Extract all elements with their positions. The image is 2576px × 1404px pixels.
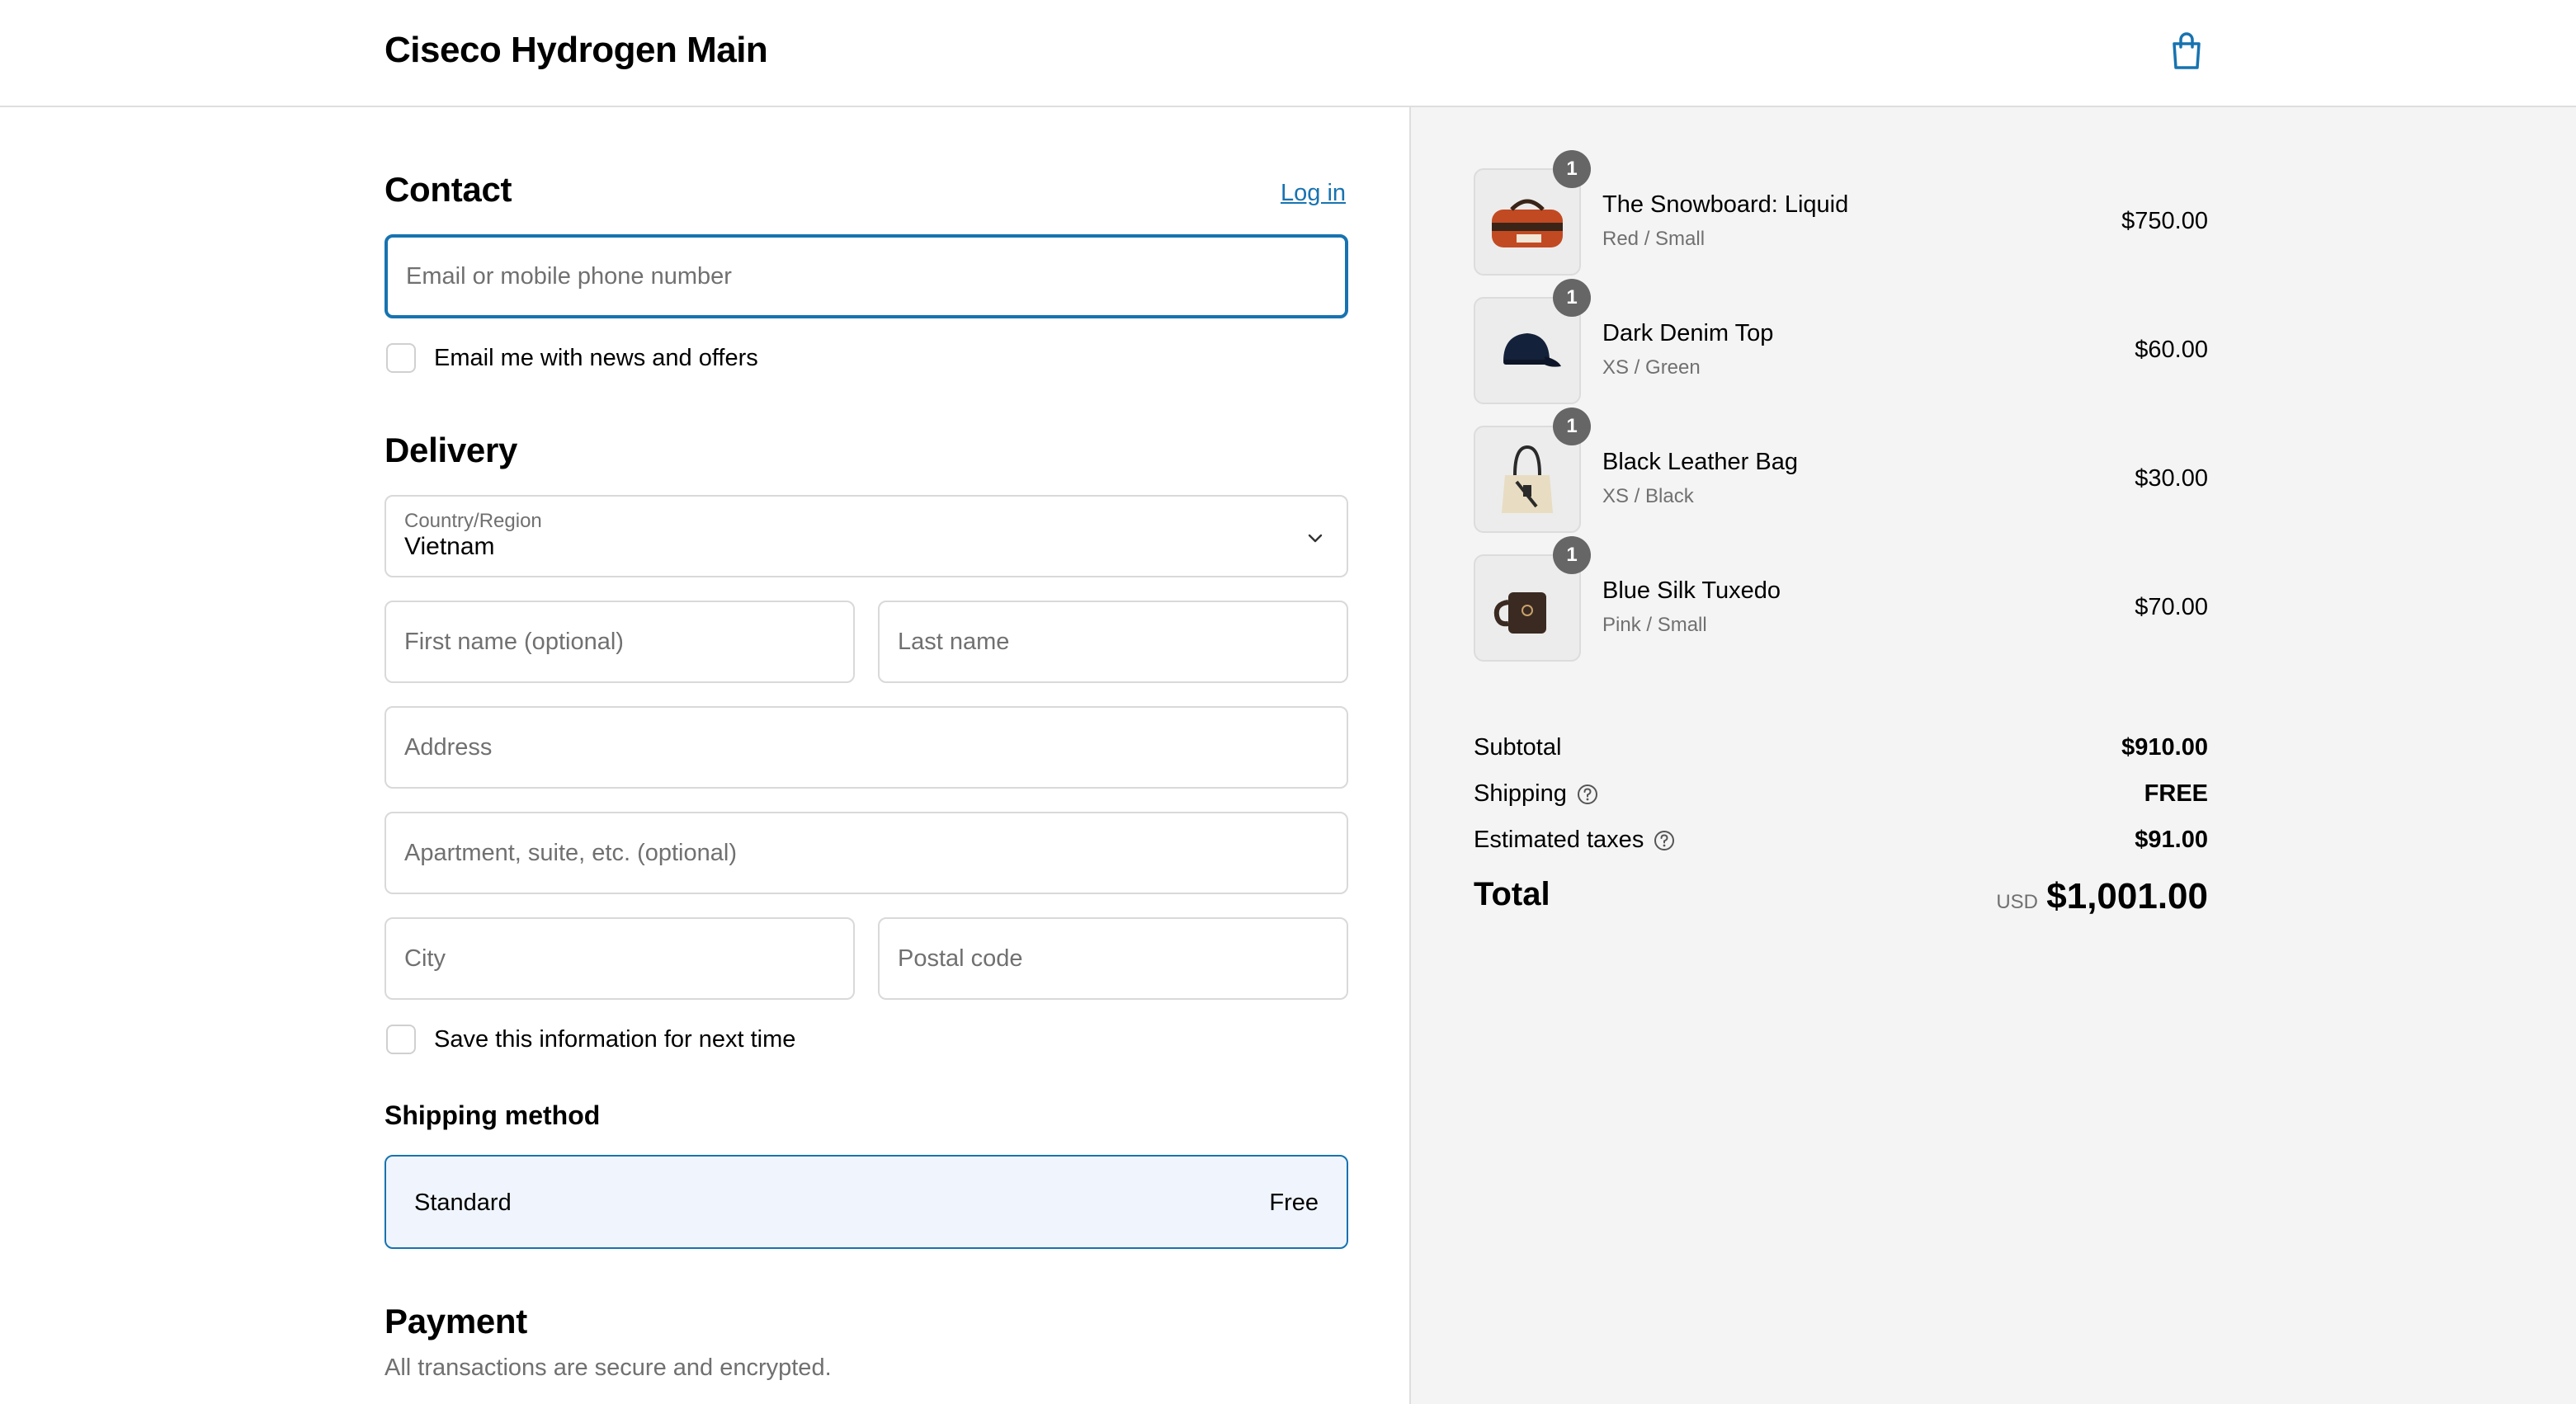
item-name: Blue Silk Tuxedo (1602, 577, 1781, 604)
taxes-label: Estimated taxes (1474, 827, 1644, 853)
line-item: 1 The Snowboard: Liquid Red / Small $750… (1474, 150, 2208, 276)
country-select[interactable]: Country/Region Vietnam (385, 495, 1348, 577)
country-select-label: Country/Region (404, 510, 542, 532)
item-price: $70.00 (2135, 594, 2208, 620)
address-field[interactable] (385, 706, 1348, 789)
subtotal-label: Subtotal (1474, 734, 1562, 761)
total-row: Total USD $1,001.00 (1474, 876, 2208, 926)
item-variant: Red / Small (1602, 228, 1706, 250)
shipping-method-heading: Shipping method (385, 1100, 601, 1130)
item-price: $30.00 (2135, 465, 2208, 492)
quantity-badge: 1 (1553, 536, 1591, 574)
item-price: $750.00 (2121, 208, 2208, 234)
first-name-input[interactable] (386, 602, 853, 681)
item-variant: XS / Green (1602, 356, 1701, 379)
item-variant: XS / Black (1602, 485, 1694, 507)
shipping-value: FREE (2144, 780, 2208, 807)
news-checkbox-row[interactable]: Email me with news and offers (386, 343, 758, 373)
postal-code-input[interactable] (880, 919, 1347, 998)
taxes-label-wrap: Estimated taxes (1474, 827, 1675, 854)
shop-title[interactable]: Ciseco Hydrogen Main (385, 30, 768, 71)
cart-button[interactable] (2170, 31, 2203, 71)
shopping-bag-icon (2173, 32, 2201, 69)
news-checkbox-label: Email me with news and offers (434, 344, 758, 371)
shipping-option-standard[interactable]: Standard Free (385, 1155, 1348, 1249)
item-variant: Pink / Small (1602, 614, 1707, 636)
quantity-badge: 1 (1553, 408, 1591, 445)
help-circle-icon[interactable] (1654, 830, 1675, 851)
line-item: 1 Dark Denim Top XS / Green $60.00 (1474, 279, 2208, 404)
checkout-header: Ciseco Hydrogen Main (0, 0, 2576, 107)
first-name-field[interactable] (385, 601, 855, 683)
shipping-label: Shipping (1474, 780, 1567, 807)
line-item: 1 Black Leather Bag XS / Black $30.00 (1474, 408, 2208, 533)
item-name: Dark Denim Top (1602, 320, 1774, 346)
news-checkbox[interactable] (386, 343, 416, 373)
last-name-input[interactable] (880, 602, 1347, 681)
line-item: 1 Blue Silk Tuxedo Pink / Small $70.00 (1474, 536, 2208, 662)
save-info-checkbox[interactable] (386, 1025, 416, 1054)
help-circle-icon[interactable] (1577, 784, 1598, 805)
save-info-checkbox-row[interactable]: Save this information for next time (386, 1025, 795, 1054)
apartment-field[interactable] (385, 812, 1348, 894)
postal-code-field[interactable] (878, 917, 1348, 1000)
apartment-input[interactable] (386, 813, 1347, 893)
shipping-label-wrap: Shipping (1474, 780, 1598, 808)
shipping-option-price: Free (1269, 1190, 1319, 1216)
taxes-value: $91.00 (2135, 827, 2208, 853)
email-input[interactable] (388, 238, 1345, 315)
total-currency: USD (1996, 891, 2038, 913)
shipping-option-name: Standard (414, 1190, 512, 1216)
last-name-field[interactable] (878, 601, 1348, 683)
shipping-row: Shipping FREE (1474, 780, 2208, 817)
address-input[interactable] (386, 708, 1347, 787)
country-select-value: Vietnam (404, 533, 495, 560)
subtotal-row: Subtotal $910.00 (1474, 734, 2208, 770)
total-label: Total (1474, 876, 1550, 912)
quantity-badge: 1 (1553, 279, 1591, 317)
city-input[interactable] (386, 919, 853, 998)
item-name: Black Leather Bag (1602, 449, 1798, 475)
item-name: The Snowboard: Liquid (1602, 191, 1849, 218)
chevron-down-icon (1308, 534, 1323, 543)
taxes-row: Estimated taxes $91.00 (1474, 827, 2208, 863)
quantity-badge: 1 (1553, 150, 1591, 188)
email-field[interactable] (385, 234, 1348, 318)
city-field[interactable] (385, 917, 855, 1000)
item-price: $60.00 (2135, 337, 2208, 363)
login-link[interactable]: Log in (1281, 180, 1346, 207)
total-value: $1,001.00 (2046, 876, 2208, 916)
save-info-checkbox-label: Save this information for next time (434, 1025, 796, 1053)
delivery-heading: Delivery (385, 431, 518, 469)
payment-heading: Payment (385, 1302, 527, 1340)
payment-subtitle: All transactions are secure and encrypte… (385, 1355, 832, 1381)
subtotal-value: $910.00 (2121, 734, 2208, 761)
contact-heading: Contact (385, 170, 512, 209)
